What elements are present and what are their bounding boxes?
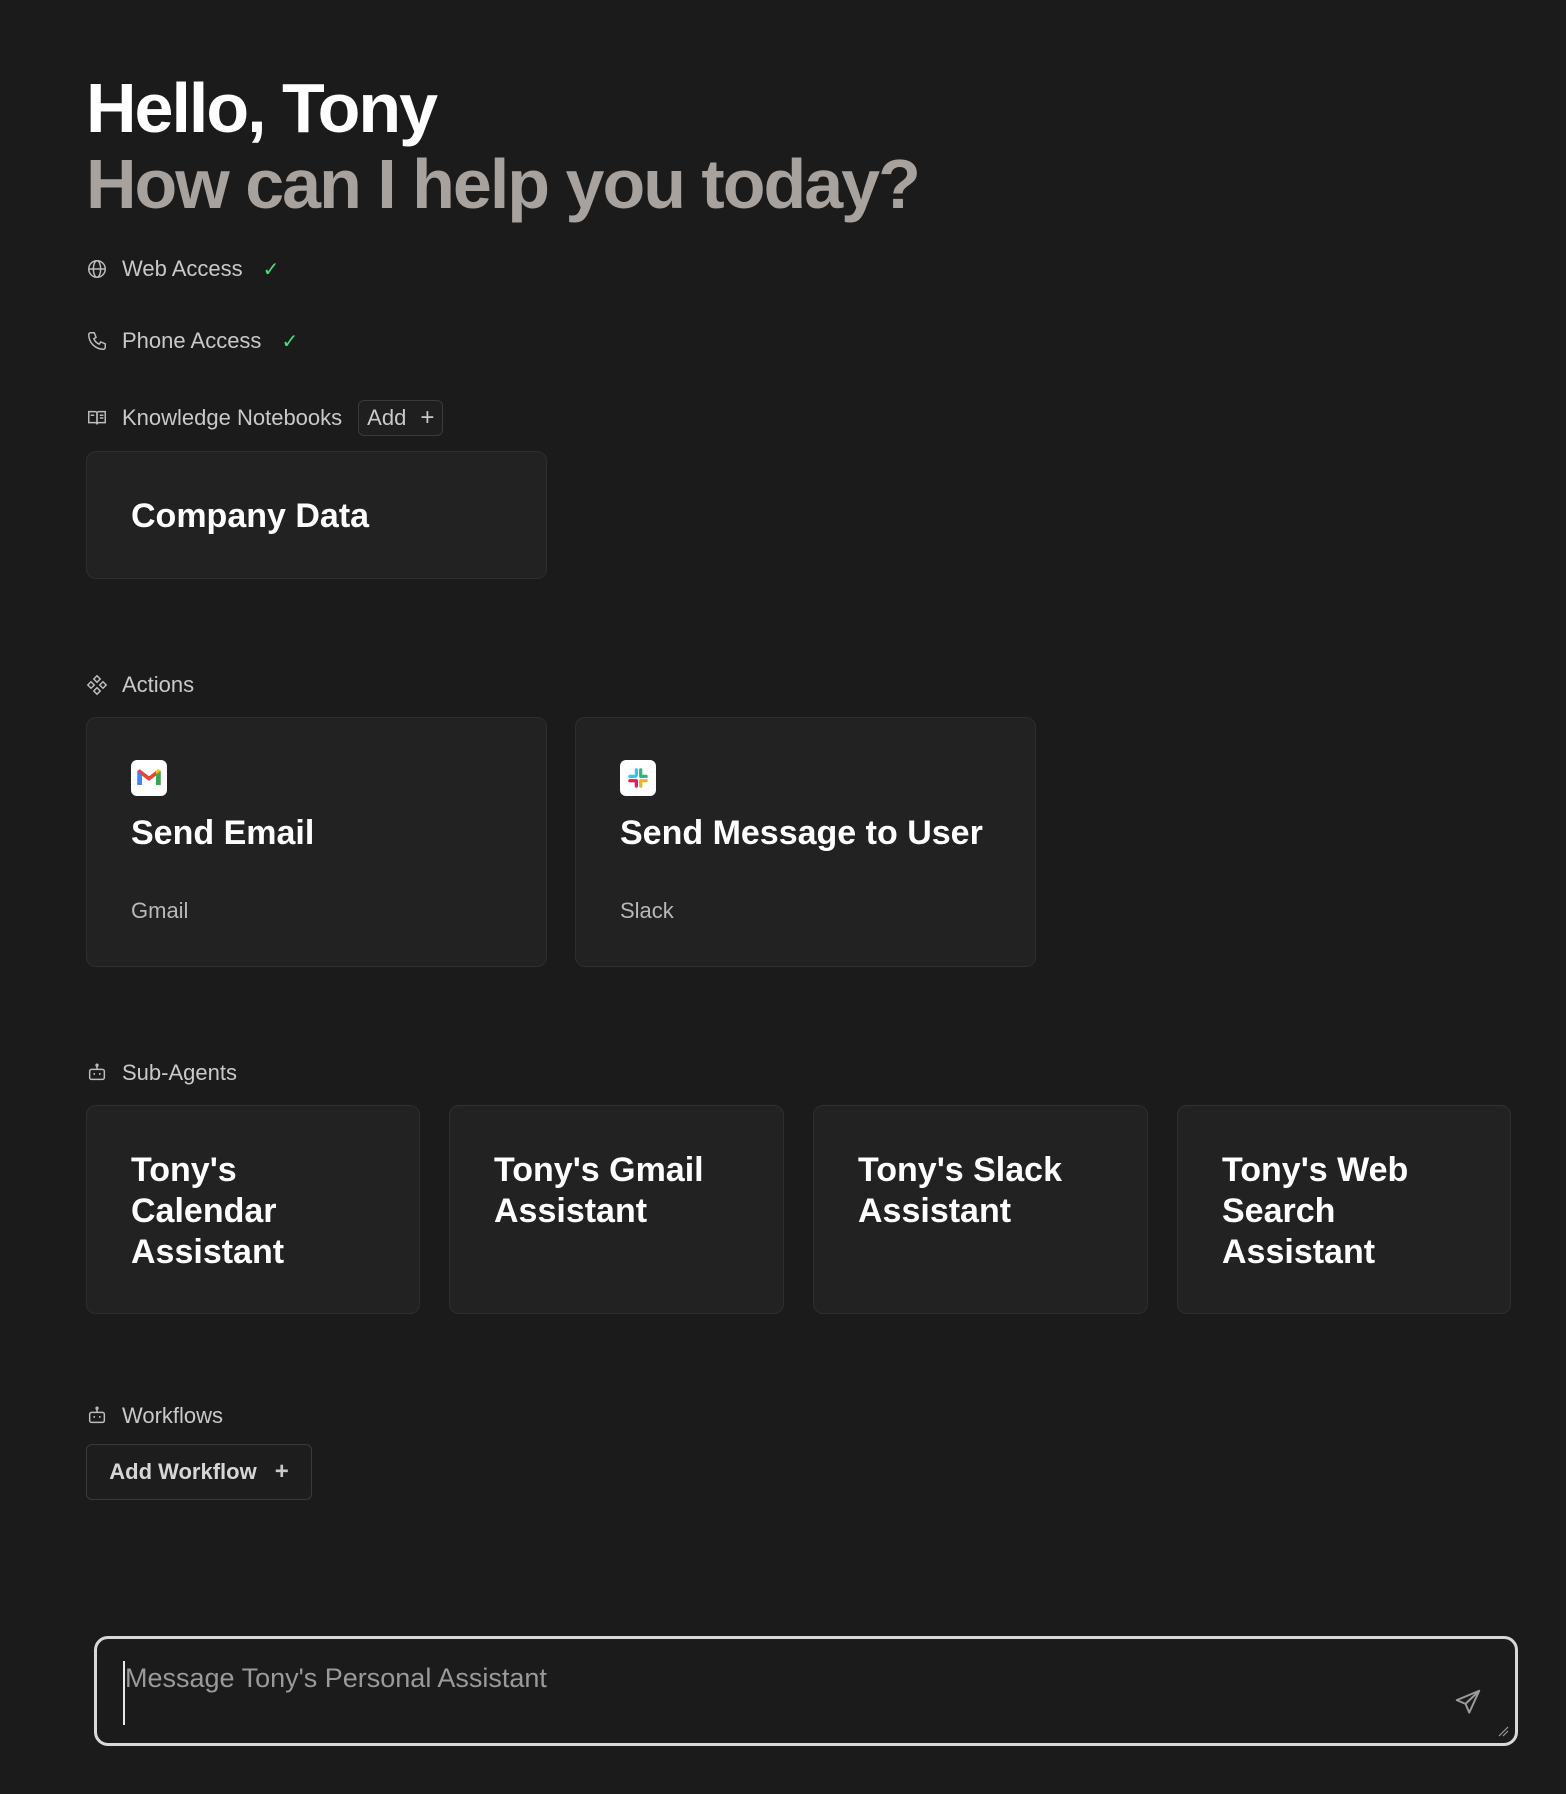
actions-icon — [86, 674, 108, 696]
web-access-check-icon: ✓ — [262, 258, 280, 281]
phone-access-check-icon: ✓ — [281, 330, 299, 353]
actions-row: Actions — [86, 672, 194, 698]
sub-agent-card[interactable]: Tony's Web Search Assistant — [1177, 1105, 1511, 1314]
sub-agent-card[interactable]: Tony's Gmail Assistant — [449, 1105, 784, 1314]
message-composer — [94, 1636, 1518, 1746]
workflows-row: Workflows — [86, 1403, 223, 1429]
sub-agent-title: Tony's Calendar Assistant — [131, 1151, 285, 1271]
phone-access-row: Phone Access ✓ — [86, 328, 298, 354]
phone-access-label: Phone Access — [122, 328, 262, 353]
notebook-title: Company Data — [131, 497, 370, 535]
action-card-send-message-to-user[interactable]: Send Message to User Slack — [575, 717, 1036, 967]
sub-agents-label: Sub-Agents — [122, 1060, 237, 1085]
knowledge-notebooks-row: Knowledge Notebooks Add + — [86, 400, 444, 436]
plus-icon: + — [420, 404, 435, 431]
action-title: Send Message to User — [620, 814, 983, 852]
gmail-icon — [131, 760, 167, 796]
notebook-card-company-data[interactable]: Company Data — [86, 451, 547, 579]
resize-grip-icon[interactable] — [1497, 1725, 1509, 1737]
action-title: Send Email — [131, 814, 315, 852]
add-notebook-button[interactable]: Add + — [358, 400, 444, 436]
send-icon — [1453, 1687, 1483, 1722]
assistant-home: Hello, Tony How can I help you today? We… — [0, 0, 1566, 1794]
action-provider: Slack — [620, 898, 674, 923]
action-provider: Gmail — [131, 898, 189, 923]
web-access-row: Web Access ✓ — [86, 256, 279, 282]
sub-agent-title: Tony's Slack Assistant — [858, 1151, 1062, 1230]
sub-agent-card[interactable]: Tony's Calendar Assistant — [86, 1105, 420, 1314]
actions-label: Actions — [122, 672, 195, 697]
globe-icon — [86, 258, 108, 280]
sub-agents-row: Sub-Agents — [86, 1060, 237, 1086]
add-workflow-label: Add Workflow — [109, 1459, 257, 1484]
phone-icon — [86, 330, 108, 352]
send-button[interactable] — [1451, 1687, 1485, 1721]
sub-agent-title: Tony's Web Search Assistant — [1222, 1151, 1409, 1271]
workflows-label: Workflows — [122, 1403, 224, 1428]
plus-icon: + — [274, 1458, 289, 1485]
robot-icon — [86, 1405, 108, 1427]
add-notebook-label: Add — [367, 405, 407, 430]
greeting: Hello, Tony How can I help you today? — [86, 69, 921, 223]
robot-icon — [86, 1062, 108, 1084]
knowledge-notebooks-label: Knowledge Notebooks — [122, 405, 343, 430]
book-icon — [86, 407, 108, 429]
greeting-subtitle: How can I help you today? — [86, 145, 921, 223]
add-workflow-button[interactable]: Add Workflow + — [86, 1444, 312, 1500]
message-input[interactable] — [123, 1661, 1427, 1725]
sub-agent-card[interactable]: Tony's Slack Assistant — [813, 1105, 1148, 1314]
action-card-send-email[interactable]: Send Email Gmail — [86, 717, 547, 967]
greeting-title: Hello, Tony — [86, 69, 438, 147]
slack-icon — [620, 760, 656, 796]
web-access-label: Web Access — [122, 256, 243, 281]
sub-agent-title: Tony's Gmail Assistant — [494, 1151, 704, 1230]
